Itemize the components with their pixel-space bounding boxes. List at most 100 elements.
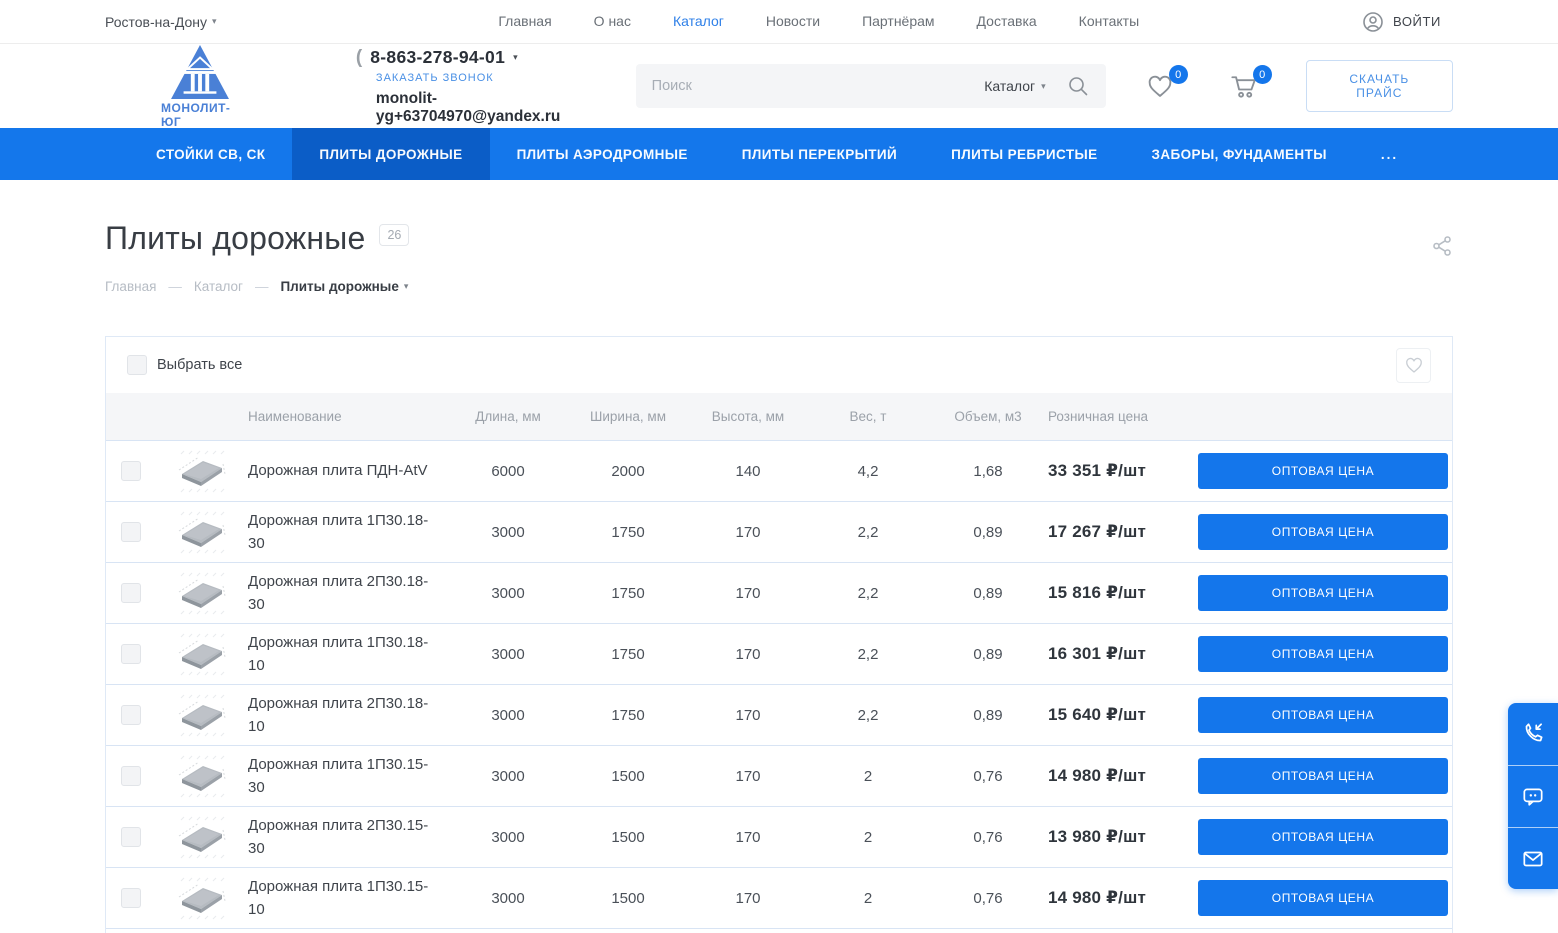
topnav-home[interactable]: Главная (498, 13, 551, 29)
select-all-row: Выбрать все (106, 337, 1452, 393)
product-height: 170 (688, 646, 808, 663)
product-name-link[interactable]: Дорожная плита 1П30.15-10 (248, 875, 433, 922)
row-checkbox[interactable] (121, 827, 141, 847)
nav-plity-dorozhnye[interactable]: ПЛИТЫ ДОРОЖНЫЕ (292, 128, 489, 180)
heart-icon (1404, 356, 1424, 374)
product-width: 1500 (568, 890, 688, 907)
product-image[interactable] (156, 630, 248, 678)
wholesale-price-button[interactable]: ОПТОВАЯ ЦЕНА (1198, 575, 1448, 611)
row-checkbox[interactable] (121, 766, 141, 786)
product-weight: 2,2 (808, 585, 928, 602)
cart-button[interactable]: 0 (1230, 73, 1258, 99)
select-all-checkbox[interactable] (127, 355, 147, 375)
wholesale-price-button[interactable]: ОПТОВАЯ ЦЕНА (1198, 697, 1448, 733)
chat-icon (1520, 784, 1546, 810)
logo[interactable]: МОНОЛИТ-ЮГ (161, 44, 240, 129)
wholesale-price-button[interactable]: ОПТОВАЯ ЦЕНА (1198, 453, 1448, 489)
breadcrumb-home[interactable]: Главная (105, 279, 156, 294)
header-icons: 0 0 (1146, 73, 1258, 99)
product-image[interactable] (156, 508, 248, 556)
product-weight: 2 (808, 768, 928, 785)
row-checkbox[interactable] (121, 583, 141, 603)
row-checkbox[interactable] (121, 522, 141, 542)
topnav-news[interactable]: Новости (766, 13, 820, 29)
search-icon (1066, 74, 1090, 98)
topnav-contacts[interactable]: Контакты (1079, 13, 1139, 29)
product-image[interactable] (156, 752, 248, 800)
wholesale-price-button[interactable]: ОПТОВАЯ ЦЕНА (1198, 514, 1448, 550)
column-header-length: Длина, мм (448, 409, 568, 424)
city-label: Ростов-на-Дону (105, 14, 207, 30)
wholesale-price-button[interactable]: ОПТОВАЯ ЦЕНА (1198, 758, 1448, 794)
product-length: 3000 (448, 707, 568, 724)
topnav-catalog[interactable]: Каталог (673, 13, 724, 29)
city-selector[interactable]: Ростов-на-Дону ▾ (105, 14, 217, 30)
email-link[interactable]: monolit-yg+63704970@yandex.ru (376, 90, 600, 126)
table-row: Дорожная плита 2П30.18-10 3000 1750 170 … (106, 684, 1452, 745)
contact-block: ( 8-863-278-94-01 ▾ ЗАКАЗАТЬ ЗВОНОК mono… (356, 47, 600, 126)
email-floating-button[interactable] (1508, 827, 1558, 889)
row-checkbox[interactable] (121, 888, 141, 908)
product-image[interactable] (156, 447, 248, 495)
product-image[interactable] (156, 874, 248, 922)
wholesale-price-button[interactable]: ОПТОВАЯ ЦЕНА (1198, 880, 1448, 916)
product-name-link[interactable]: Дорожная плита 1П30.18-10 (248, 631, 433, 678)
product-name-link[interactable]: Дорожная плита 2П30.15-30 (248, 814, 433, 861)
table-row: Дорожная плита 1П30.15-10 3000 1500 170 … (106, 867, 1452, 928)
chat-floating-button[interactable] (1508, 765, 1558, 827)
favorites-button[interactable]: 0 (1146, 73, 1174, 99)
row-checkbox[interactable] (121, 461, 141, 481)
callback-link[interactable]: ЗАКАЗАТЬ ЗВОНОК (376, 72, 600, 84)
product-name-link[interactable]: Дорожная плита 1П30.18-30 (248, 509, 433, 556)
nav-more-button[interactable]: ... (1354, 128, 1425, 180)
search-button[interactable] (1066, 74, 1090, 98)
user-icon (1361, 10, 1385, 34)
product-width: 1750 (568, 646, 688, 663)
nav-stoyki[interactable]: СТОЙКИ СВ, СК (129, 128, 292, 180)
product-weight: 2 (808, 829, 928, 846)
product-price: 16 301 ₽/шт (1048, 644, 1198, 664)
product-width: 1750 (568, 524, 688, 541)
chevron-down-icon: ▾ (513, 53, 518, 62)
product-width: 1500 (568, 768, 688, 785)
nav-zabory-fundamenty[interactable]: ЗАБОРЫ, ФУНДАМЕНТЫ (1125, 128, 1354, 180)
product-image[interactable] (156, 691, 248, 739)
product-weight: 2,2 (808, 524, 928, 541)
product-volume: 0,76 (928, 768, 1048, 785)
product-height: 170 (688, 707, 808, 724)
table-row-partial (106, 928, 1452, 933)
product-image[interactable] (156, 569, 248, 617)
download-price-button[interactable]: СКАЧАТЬ ПРАЙС (1306, 60, 1453, 112)
wholesale-price-button[interactable]: ОПТОВАЯ ЦЕНА (1198, 636, 1448, 672)
nav-plity-rebristye[interactable]: ПЛИТЫ РЕБРИСТЫЕ (924, 128, 1124, 180)
product-weight: 4,2 (808, 463, 928, 480)
breadcrumb-separator: — (255, 279, 269, 294)
product-price: 13 980 ₽/шт (1048, 827, 1198, 847)
share-icon (1431, 234, 1453, 258)
product-name-link[interactable]: Дорожная плита 1П30.15-30 (248, 753, 433, 800)
nav-plity-perekrytiy[interactable]: ПЛИТЫ ПЕРЕКРЫТИЙ (715, 128, 924, 180)
login-label: ВОЙТИ (1393, 14, 1441, 29)
add-selection-to-favorites-button[interactable] (1396, 348, 1431, 383)
product-name-link[interactable]: Дорожная плита 2П30.18-10 (248, 692, 433, 739)
share-button[interactable] (1431, 234, 1453, 263)
wholesale-price-button[interactable]: ОПТОВАЯ ЦЕНА (1198, 819, 1448, 855)
product-image[interactable] (156, 813, 248, 861)
phone-row[interactable]: ( 8-863-278-94-01 ▾ (356, 47, 600, 69)
search-category-dropdown[interactable]: Каталог ▾ (984, 78, 1045, 94)
login-button[interactable]: ВОЙТИ (1361, 10, 1441, 34)
product-length: 3000 (448, 646, 568, 663)
topnav-about[interactable]: О нас (594, 13, 631, 29)
breadcrumb-catalog[interactable]: Каталог (194, 279, 243, 294)
search-input[interactable] (652, 78, 985, 94)
row-checkbox[interactable] (121, 705, 141, 725)
product-name-link[interactable]: Дорожная плита ПДН-AtV (248, 459, 428, 482)
callback-floating-button[interactable] (1508, 703, 1558, 765)
nav-plity-aerodromnye[interactable]: ПЛИТЫ АЭРОДРОМНЫЕ (490, 128, 715, 180)
cart-count: 0 (1253, 65, 1272, 84)
topnav-partners[interactable]: Партнёрам (862, 13, 934, 29)
product-name-link[interactable]: Дорожная плита 2П30.18-30 (248, 570, 433, 617)
row-checkbox[interactable] (121, 644, 141, 664)
breadcrumb-current[interactable]: Плиты дорожные ▾ (280, 279, 408, 294)
topnav-delivery[interactable]: Доставка (977, 13, 1037, 29)
